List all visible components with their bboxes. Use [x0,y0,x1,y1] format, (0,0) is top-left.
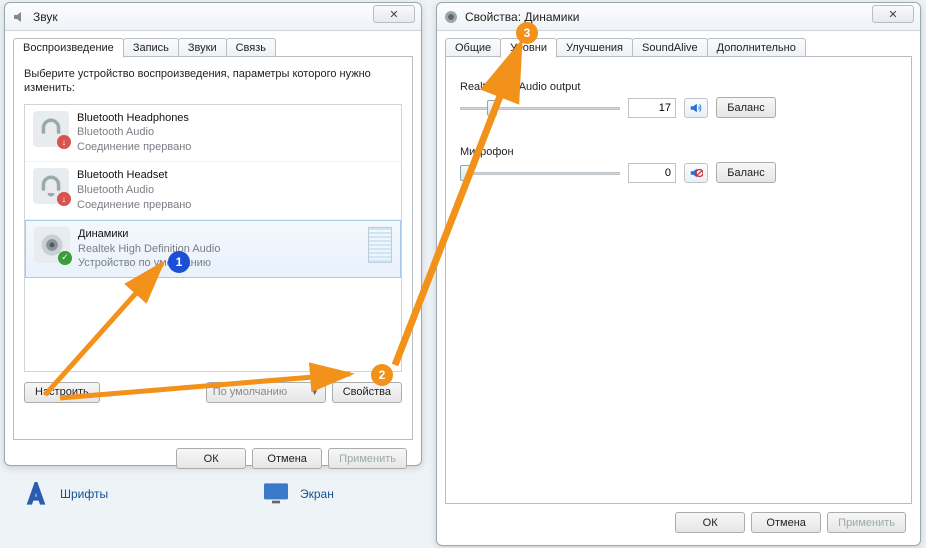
device-name: Bluetooth Headphones [77,111,393,126]
annotation-1: 1 [168,251,190,273]
apply-button[interactable]: Применить [827,512,906,533]
close-button[interactable]: ✕ [872,5,914,23]
monitor-icon [260,480,292,508]
level-label: Микрофон [460,146,897,158]
set-default-dropdown[interactable]: По умолчанию ▼ [206,382,326,403]
tab-advanced[interactable]: Дополнительно [707,38,806,57]
tab-recording[interactable]: Запись [123,38,179,57]
device-driver: Realtek High Definition Audio [78,242,360,257]
level-label: Realtek HD Audio output [460,81,897,93]
device-status: Устройство по умолчанию [78,256,360,271]
props-titlebar[interactable]: Свойства: Динамики ✕ [437,3,920,31]
default-badge-icon: ✓ [58,251,72,265]
headset-icon: ↓ [33,168,69,204]
close-icon: ✕ [888,8,897,21]
cancel-button[interactable]: Отмена [252,448,322,469]
desktop-screen-icon[interactable]: Экран [260,480,334,508]
close-button[interactable]: ✕ [373,5,415,23]
level-group-mic: Микрофон 0 Баланс [460,146,897,183]
tab-general[interactable]: Общие [445,38,501,57]
tab-sounds[interactable]: Звуки [178,38,227,57]
props-tabstrip: Общие Уровни Улучшения SoundAlive Дополн… [445,38,912,57]
speaker-muted-icon [689,166,703,180]
error-badge-icon: ↓ [57,192,71,206]
font-icon [20,480,52,508]
desktop-label: Экран [300,487,334,501]
device-item-selected[interactable]: ✓ Динамики Realtek High Definition Audio… [25,220,401,279]
volume-slider-mic[interactable] [460,163,620,183]
desktop-label: Шрифты [60,487,108,501]
mute-button-output[interactable] [684,98,708,118]
dropdown-label: По умолчанию [213,386,287,398]
level-group-output: Realtek HD Audio output 17 Баланс [460,81,897,118]
volume-value-output[interactable]: 17 [628,98,676,118]
speaker-unmuted-icon [689,101,703,115]
speaker-icon [443,9,459,25]
headphones-icon: ↓ [33,111,69,147]
volume-slider-output[interactable] [460,98,620,118]
sound-icon [11,9,27,25]
annotation-3: 3 [516,22,538,44]
device-item[interactable]: ↓ Bluetooth Headset Bluetooth Audio Соед… [25,162,401,220]
sound-titlebar[interactable]: Звук ✕ [5,3,421,31]
desktop-fonts-icon[interactable]: Шрифты [20,480,108,508]
cancel-button[interactable]: Отмена [751,512,821,533]
window-title: Звук [33,10,58,24]
volume-value-mic[interactable]: 0 [628,163,676,183]
ok-button[interactable]: ОК [176,448,246,469]
device-name: Динамики [78,227,360,242]
properties-button[interactable]: Свойства [332,382,402,403]
annotation-2: 2 [371,364,393,386]
configure-button[interactable]: Настроить [24,382,100,403]
error-badge-icon: ↓ [57,135,71,149]
device-status: Соединение прервано [77,198,393,213]
device-item[interactable]: ↓ Bluetooth Headphones Bluetooth Audio С… [25,105,401,163]
tab-playback[interactable]: Воспроизведение [13,38,124,58]
chevron-down-icon: ▼ [311,388,319,397]
instruction-text: Выберите устройство воспроизведения, пар… [24,67,402,96]
sound-tabstrip: Воспроизведение Запись Звуки Связь [13,38,413,57]
sound-window: Звук ✕ Воспроизведение Запись Звуки Связ… [4,2,422,466]
device-driver: Bluetooth Audio [77,183,393,198]
device-name: Bluetooth Headset [77,168,393,183]
device-driver: Bluetooth Audio [77,125,393,140]
device-list: ↓ Bluetooth Headphones Bluetooth Audio С… [24,104,402,372]
apply-button[interactable]: Применить [328,448,407,469]
tab-soundalive[interactable]: SoundAlive [632,38,708,57]
slider-thumb[interactable] [487,100,497,116]
speakers-icon: ✓ [34,227,70,263]
level-meter [368,227,392,263]
balance-button[interactable]: Баланс [716,97,776,118]
balance-button[interactable]: Баланс [716,162,776,183]
slider-thumb[interactable] [460,165,470,181]
speaker-properties-window: Свойства: Динамики ✕ Общие Уровни Улучше… [436,2,921,546]
ok-button[interactable]: ОК [675,512,745,533]
window-title: Свойства: Динамики [465,10,579,24]
mute-button-mic[interactable] [684,163,708,183]
device-status: Соединение прервано [77,140,393,155]
close-icon: ✕ [389,8,398,21]
tab-enhancements[interactable]: Улучшения [556,38,633,57]
tab-communications[interactable]: Связь [226,38,276,57]
